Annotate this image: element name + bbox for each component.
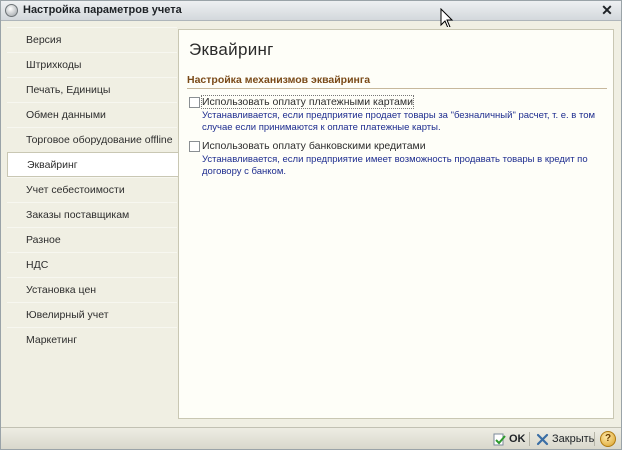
checkmark-document-icon [493,433,506,445]
ok-label: OK [509,433,526,445]
settings-sidebar: Версия Штрихкоды Печать, Единицы Обмен д… [7,27,179,367]
sidebar-item-data-exchange[interactable]: Обмен данными [7,102,177,127]
sidebar-item-cost-accounting[interactable]: Учет себестоимости [7,177,177,202]
footer-separator [594,432,595,446]
window-title: Настройка параметров учета [23,4,182,16]
sidebar-item-print-units[interactable]: Печать, Единицы [7,77,177,102]
title-bar[interactable]: Настройка параметров учета ✕ [1,1,621,21]
sidebar-item-jewelry[interactable]: Ювелирный учет [7,302,177,327]
section-divider [187,88,607,89]
card-payment-checkbox[interactable] [189,97,200,108]
sidebar-item-vat[interactable]: НДС [7,252,177,277]
card-payment-description: Устанавливается, если предприятие продае… [202,110,596,133]
settings-window: Настройка параметров учета ✕ Версия Штри… [0,0,622,450]
page-title: Эквайринг [189,40,274,59]
footer-separator [529,432,530,446]
ok-button[interactable]: OK [493,431,526,447]
close-icon[interactable]: ✕ [599,2,615,18]
help-icon[interactable]: ? [600,431,616,447]
card-payment-label[interactable]: Использовать оплату платежными картами [201,95,414,109]
section-header: Настройка механизмов эквайринга [187,74,371,86]
bank-credit-description: Устанавливается, если предприятие имеет … [202,154,588,177]
bank-credit-label[interactable]: Использовать оплату банковскими кредитам… [202,140,426,152]
sidebar-item-marketing[interactable]: Маркетинг [7,327,177,352]
sidebar-item-barcodes[interactable]: Штрихкоды [7,52,177,77]
app-icon [5,4,18,17]
sidebar-item-pricing[interactable]: Установка цен [7,277,177,302]
sidebar-item-acquiring[interactable]: Эквайринг [7,152,179,177]
settings-content-panel: Эквайринг Настройка механизмов эквайринг… [178,29,614,419]
bank-credit-checkbox[interactable] [189,141,200,152]
close-button[interactable]: Закрыть [536,431,594,447]
sidebar-item-misc[interactable]: Разное [7,227,177,252]
dialog-footer: OK Закрыть ? [1,427,621,449]
close-label: Закрыть [552,433,595,445]
cross-icon [536,433,549,445]
sidebar-item-offline-equipment[interactable]: Торговое оборудование offline [7,127,177,152]
sidebar-item-version[interactable]: Версия [7,27,177,52]
sidebar-item-supplier-orders[interactable]: Заказы поставщикам [7,202,177,227]
